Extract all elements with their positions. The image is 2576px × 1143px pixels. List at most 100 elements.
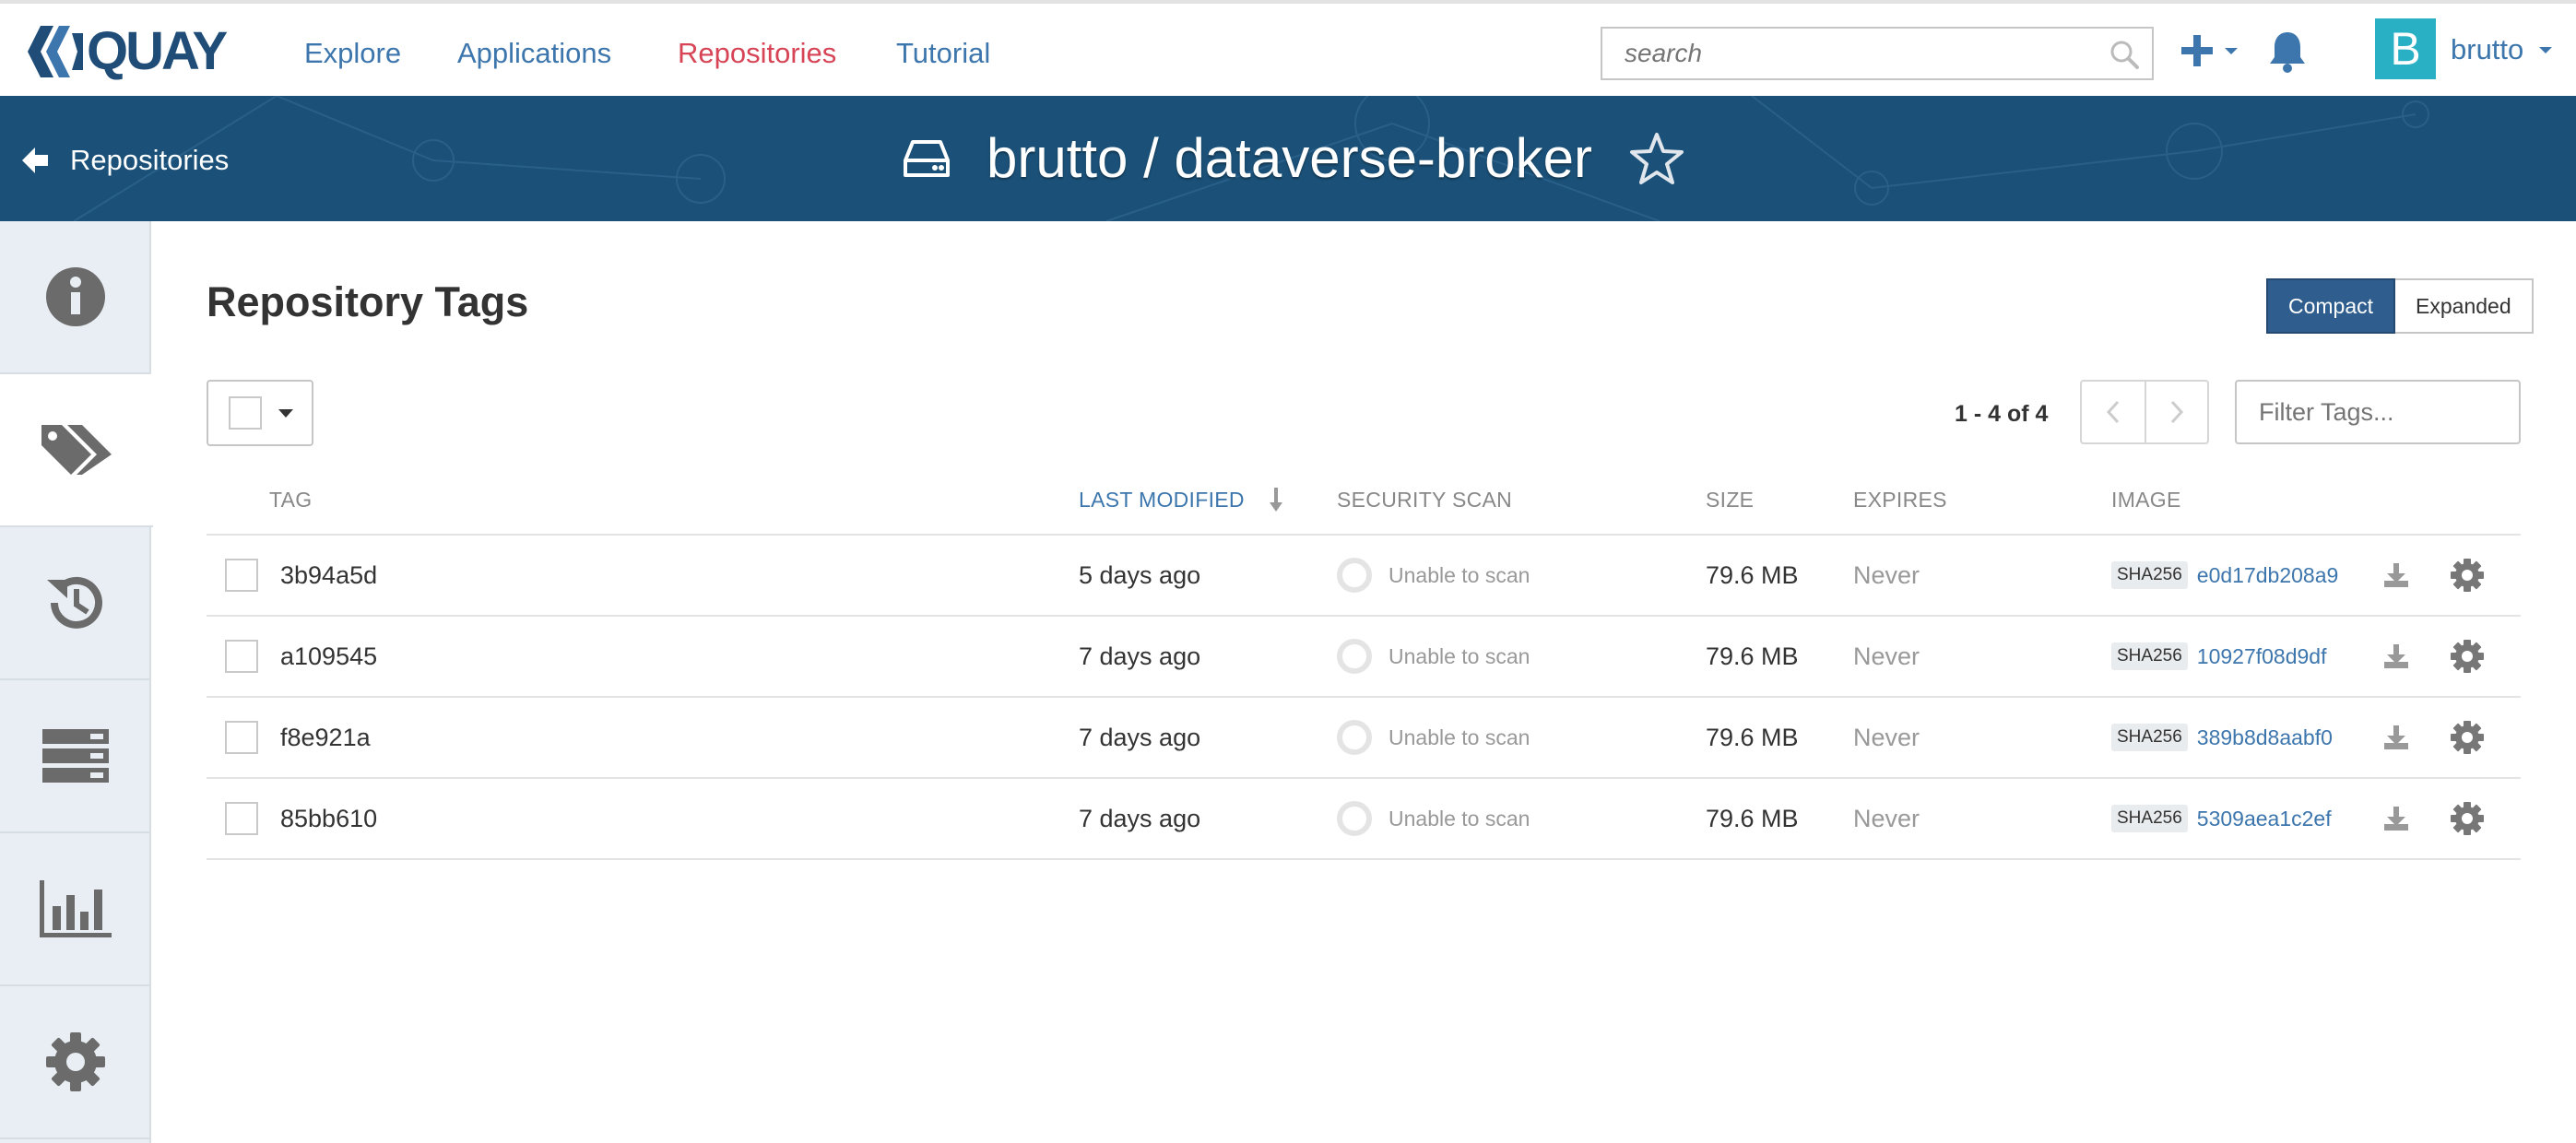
security-scan-status: Unable to scan	[1337, 617, 1530, 696]
bar-chart-icon	[40, 880, 112, 937]
username-label: brutto	[2451, 33, 2524, 65]
next-page-button[interactable]	[2145, 382, 2207, 442]
expires-value: Never	[1853, 560, 1920, 589]
bulk-select-dropdown[interactable]	[207, 380, 313, 446]
repo-header: Repositories brutto / dataverse-broker	[0, 96, 2576, 221]
security-scan-status: Unable to scan	[1337, 536, 1530, 615]
column-header-expires[interactable]: EXPIRES	[1853, 487, 1947, 513]
search-box	[1601, 27, 2154, 80]
sidebar-item-settings[interactable]	[0, 986, 151, 1139]
scan-status-icon	[1337, 720, 1372, 755]
create-new-button[interactable]	[2180, 33, 2240, 68]
last-modified: 5 days ago	[1079, 560, 1201, 589]
last-modified: 7 days ago	[1079, 723, 1201, 751]
row-checkbox[interactable]	[225, 559, 258, 592]
compact-view-button[interactable]: Compact	[2266, 278, 2396, 334]
quay-logo-icon	[28, 26, 83, 77]
sidebar-item-history[interactable]	[0, 527, 151, 680]
scan-status-icon	[1337, 558, 1372, 593]
scan-status-label: Unable to scan	[1388, 725, 1530, 749]
sort-descending-icon	[1269, 488, 1282, 512]
row-checkbox[interactable]	[225, 640, 258, 673]
repo-sidebar	[0, 221, 153, 1143]
gear-icon[interactable]	[2451, 698, 2484, 777]
row-checkbox[interactable]	[225, 802, 258, 835]
image-size: 79.6 MB	[1706, 804, 1799, 832]
avatar[interactable]: B	[2375, 18, 2436, 79]
digest-link[interactable]: 5309aea1c2ef	[2197, 807, 2332, 831]
pagination-controls	[2080, 380, 2209, 444]
gear-icon[interactable]	[2451, 779, 2484, 858]
download-icon[interactable]	[2382, 698, 2410, 777]
download-icon[interactable]	[2382, 779, 2410, 858]
column-header-tag[interactable]: TAG	[269, 487, 312, 513]
tags-icon	[41, 425, 112, 475]
previous-page-button[interactable]	[2082, 382, 2145, 442]
image-digest[interactable]: SHA256 389b8d8aabf0	[2111, 698, 2333, 777]
sidebar-item-builds[interactable]	[0, 680, 151, 833]
expires-value: Never	[1853, 723, 1920, 751]
nav-applications[interactable]: Applications	[457, 37, 611, 70]
search-icon[interactable]	[2109, 40, 2139, 74]
user-menu[interactable]: brutto	[2451, 33, 2555, 66]
sha256-badge: SHA256	[2111, 561, 2188, 589]
arrow-left-icon	[22, 147, 48, 173]
select-all-checkbox[interactable]	[229, 396, 262, 430]
sha256-badge: SHA256	[2111, 642, 2188, 670]
sidebar-item-tags[interactable]	[0, 374, 153, 527]
gear-icon	[46, 1032, 105, 1091]
history-icon	[47, 576, 102, 629]
column-header-label: LAST MODIFIED	[1079, 488, 1245, 512]
column-header-last-modified[interactable]: LAST MODIFIED	[1079, 487, 1283, 513]
view-mode-toggle: Compact Expanded	[2266, 278, 2534, 334]
row-checkbox[interactable]	[225, 721, 258, 754]
tag-name[interactable]: a109545	[280, 617, 377, 696]
image-digest[interactable]: SHA256 10927f08d9df	[2111, 617, 2326, 696]
tag-name[interactable]: 3b94a5d	[280, 536, 377, 615]
nav-repositories[interactable]: Repositories	[678, 37, 836, 70]
image-size: 79.6 MB	[1706, 723, 1799, 751]
table-row: 85bb610 7 days ago Unable to scan 79.6 M…	[207, 779, 2521, 860]
chevron-down-icon	[2225, 48, 2238, 54]
pagination-label: 1 - 4 of 4	[1955, 401, 2049, 427]
security-scan-status: Unable to scan	[1337, 698, 1530, 777]
tag-name[interactable]: 85bb610	[280, 779, 377, 858]
gear-icon[interactable]	[2451, 617, 2484, 696]
tag-name[interactable]: f8e921a	[280, 698, 371, 777]
repo-title-group: brutto / dataverse-broker	[904, 124, 1684, 194]
table-row: f8e921a 7 days ago Unable to scan 79.6 M…	[207, 698, 2521, 779]
image-digest[interactable]: SHA256 5309aea1c2ef	[2111, 779, 2332, 858]
digest-link[interactable]: 10927f08d9df	[2197, 644, 2327, 669]
notifications-bell-icon[interactable]	[2266, 29, 2309, 78]
digest-link[interactable]: 389b8d8aabf0	[2197, 725, 2333, 750]
sha256-badge: SHA256	[2111, 724, 2188, 751]
info-icon	[46, 267, 105, 326]
quay-logo[interactable]: QUAY	[28, 24, 228, 79]
star-icon[interactable]	[1629, 132, 1684, 185]
back-to-repositories-link[interactable]: Repositories	[22, 144, 229, 177]
caret-down-icon	[278, 408, 293, 418]
scan-status-icon	[1337, 801, 1372, 836]
download-icon[interactable]	[2382, 536, 2410, 615]
nav-tutorial[interactable]: Tutorial	[896, 37, 990, 70]
image-digest[interactable]: SHA256 e0d17db208a9	[2111, 536, 2338, 615]
column-header-size[interactable]: SIZE	[1706, 487, 1754, 513]
nav-explore[interactable]: Explore	[304, 37, 401, 70]
scan-status-label: Unable to scan	[1388, 562, 1530, 587]
expanded-view-button[interactable]: Expanded	[2395, 278, 2534, 334]
filter-tags-input[interactable]	[2237, 382, 2504, 442]
sha256-badge: SHA256	[2111, 805, 2188, 832]
search-input[interactable]	[1602, 29, 2082, 78]
download-icon[interactable]	[2382, 617, 2410, 696]
last-modified: 7 days ago	[1079, 804, 1201, 832]
scan-status-label: Unable to scan	[1388, 643, 1530, 668]
gear-icon[interactable]	[2451, 536, 2484, 615]
image-size: 79.6 MB	[1706, 560, 1799, 589]
sidebar-item-information[interactable]	[0, 221, 151, 374]
hard-drive-icon	[904, 140, 950, 177]
column-header-image[interactable]: IMAGE	[2111, 487, 2181, 513]
column-header-security-scan[interactable]: SECURITY SCAN	[1337, 487, 1512, 513]
repo-title: brutto / dataverse-broker	[987, 127, 1592, 189]
digest-link[interactable]: e0d17db208a9	[2197, 563, 2339, 588]
sidebar-item-usage-logs[interactable]	[0, 833, 151, 986]
